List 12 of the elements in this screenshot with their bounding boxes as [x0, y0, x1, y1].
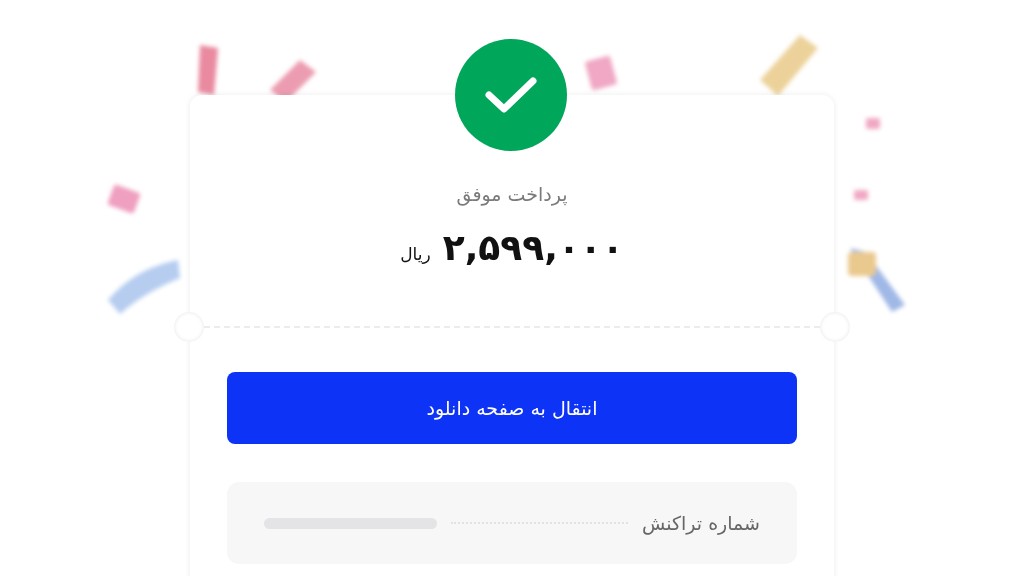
- confetti-piece: [198, 45, 218, 95]
- currency-label: ریال: [400, 244, 431, 264]
- detail-label: شماره تراکنش: [642, 512, 760, 534]
- payment-status-title: پرداخت موفق: [456, 183, 568, 205]
- download-page-button[interactable]: انتقال به صفحه دانلود: [227, 372, 797, 444]
- confetti-piece: [866, 118, 880, 129]
- confetti-piece: [107, 183, 141, 215]
- confetti-piece: [584, 55, 618, 91]
- payment-amount: ۲,۵۹۹,۰۰۰: [442, 227, 624, 268]
- confetti-piece: [108, 260, 180, 314]
- confetti-piece: [854, 190, 868, 200]
- confetti-piece: [760, 35, 818, 96]
